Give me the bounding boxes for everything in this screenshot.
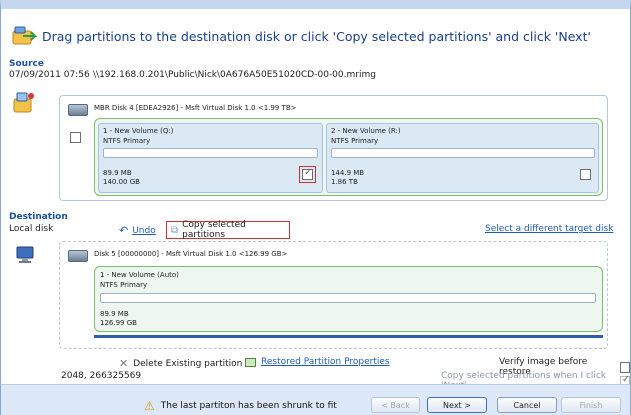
warning-message: ⚠ The last partiton has been shrunk to f… [144, 399, 337, 413]
restored-partition-properties-link[interactable]: Restored Partition Properties [245, 357, 390, 367]
destination-capacity-bar [94, 335, 603, 338]
destination-disk-panel: Disk 5 [00000000] - Msft Virtual Disk 1.… [59, 241, 608, 349]
page-title: Drag partitions to the destination disk … [42, 29, 591, 44]
delete-existing-label: Delete Existing partition [133, 358, 243, 369]
destination-label: Destination [9, 212, 68, 222]
delete-existing-partition-button[interactable]: ✕ Delete Existing partition [119, 357, 242, 370]
restore-wizard-window: Drag partitions to the destination disk … [0, 0, 631, 415]
undo-link[interactable]: ↶ Undo [119, 224, 156, 237]
partition-name: 2 - New Volume (R:) [331, 127, 401, 135]
next-button[interactable]: Next > [427, 397, 487, 413]
partition-usage-bar [331, 148, 595, 158]
undo-arrow-icon: ↶ [119, 224, 129, 237]
copy-selected-partitions-button[interactable]: ⧉ Copy selected partitions [166, 220, 290, 240]
source-partition-card[interactable]: 1 - New Volume (Q:) NTFS Primary 89.9 MB… [98, 123, 323, 193]
source-label: Source [9, 59, 44, 69]
delete-icon: ✕ [119, 357, 129, 370]
copy-icon: ⧉ [171, 224, 179, 236]
local-disk-icon [15, 245, 37, 265]
checkbox-highlight [299, 166, 316, 183]
source-image-icon [11, 89, 37, 115]
destination-disk-title: Disk 5 [00000000] - Msft Virtual Disk 1.… [94, 250, 288, 258]
partition-name: 1 - New Volume (Auto) [100, 271, 179, 279]
source-path: \\192.168.0.201\Public\Nick\0A676A50E510… [93, 70, 376, 80]
cancel-button[interactable]: Cancel [497, 397, 557, 413]
wizard-header-icon [11, 25, 38, 47]
copy-selected-label: Copy selected partitions [182, 220, 246, 240]
destination-disk-icon [68, 250, 88, 262]
coordinates-readout: 2048, 266325569 [61, 371, 142, 381]
undo-label: Undo [132, 225, 156, 236]
partition-used: 144.9 MB [331, 169, 365, 177]
destination-disk-partitions: 1 - New Volume (Auto) NTFS Primary 89.9 … [94, 266, 603, 332]
finish-button[interactable]: Finish [561, 397, 621, 413]
select-all-checkbox[interactable] [70, 132, 81, 143]
properties-icon [245, 357, 256, 367]
partition-type: NTFS Primary [100, 281, 148, 289]
restored-properties-label: Restored Partition Properties [261, 357, 390, 367]
partition-size: 140.00 GB [103, 178, 140, 186]
source-date: 07/09/2011 07:56 [9, 70, 90, 80]
partition-size: 126.99 GB [100, 319, 137, 327]
warning-icon: ⚠ [144, 399, 155, 413]
back-button[interactable]: < Back [371, 397, 420, 413]
partition-used: 89.9 MB [100, 310, 129, 318]
source-disk-icon [68, 104, 88, 116]
source-disk-panel: MBR Disk 4 [EDEA2926] - Msft Virtual Dis… [59, 95, 608, 201]
source-disk-partitions: 1 - New Volume (Q:) NTFS Primary 89.9 MB… [70, 118, 603, 196]
source-partition-card[interactable]: 2 - New Volume (R:) NTFS Primary 144.9 M… [326, 123, 599, 193]
partition-usage-bar [100, 293, 596, 303]
partition-used: 89.9 MB [103, 169, 132, 177]
source-disk-title: MBR Disk 4 [EDEA2926] - Msft Virtual Dis… [94, 104, 297, 112]
partition-name: 1 - New Volume (Q:) [103, 127, 174, 135]
destination-sublabel: Local disk [9, 224, 54, 234]
partition-checkbox[interactable] [580, 169, 591, 180]
warning-text: The last partiton has been shrunk to fit [160, 401, 337, 411]
wizard-footer: ⚠ The last partiton has been shrunk to f… [1, 384, 630, 415]
partition-type: NTFS Primary [103, 137, 151, 145]
select-target-disk-link[interactable]: Select a different target disk [485, 224, 613, 234]
partition-size: 1.86 TB [331, 178, 358, 186]
partition-usage-bar [103, 148, 318, 158]
partition-type: NTFS Primary [331, 137, 379, 145]
